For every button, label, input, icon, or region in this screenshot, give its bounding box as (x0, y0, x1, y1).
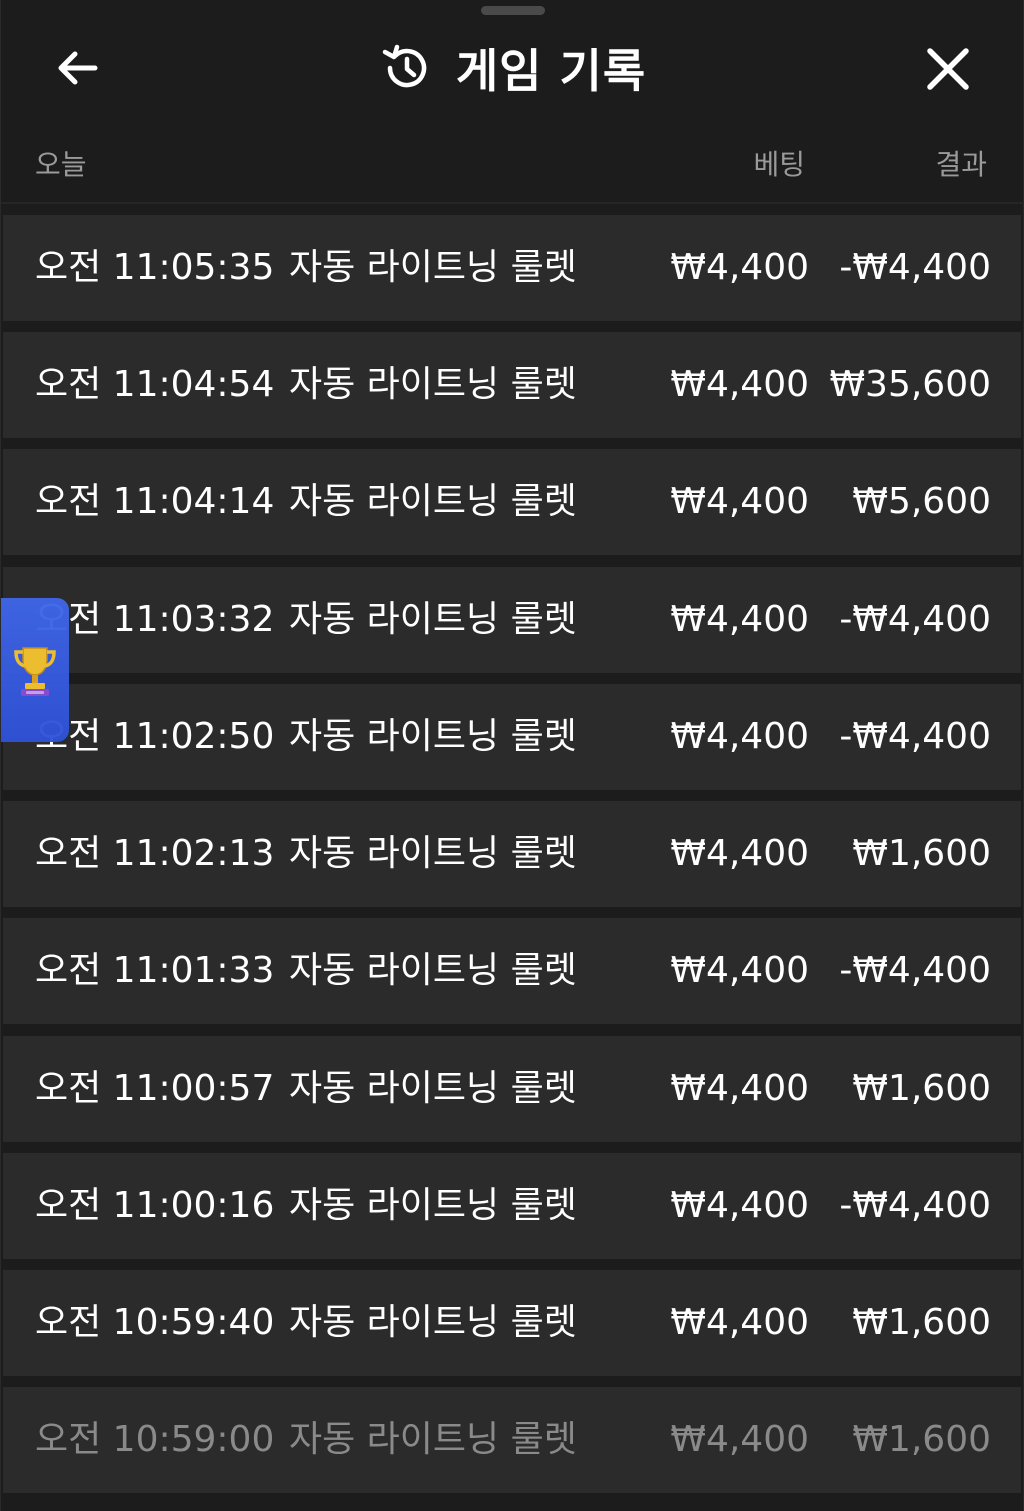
row-time: 오전 11:00:57 (35, 1068, 275, 1109)
row-game: 자동 라이트닝 룰렛 (289, 481, 577, 522)
row-result: -₩4,400 (839, 247, 991, 288)
history-row[interactable]: 오전 10:59:40 자동 라이트닝 룰렛 ₩4,400 ₩1,600 (3, 1270, 1021, 1376)
history-row[interactable]: 오전 11:05:35 자동 라이트닝 룰렛 ₩4,400 -₩4,400 (3, 215, 1021, 321)
trophy-floating-tab[interactable] (1, 598, 69, 742)
row-time: 오전 11:04:14 (35, 481, 275, 522)
row-game: 자동 라이트닝 룰렛 (289, 1302, 577, 1343)
title-group: 게임 기록 (1, 38, 1024, 98)
row-result: ₩5,600 (852, 481, 991, 522)
row-bet: ₩4,400 (670, 716, 809, 757)
history-row[interactable]: 오전 11:04:14 자동 라이트닝 룰렛 ₩4,400 ₩5,600 (3, 449, 1021, 555)
row-bet: ₩4,400 (670, 833, 809, 874)
row-time: 오전 11:05:35 (35, 247, 275, 288)
row-bet: ₩4,400 (670, 1185, 809, 1226)
row-bet: ₩4,400 (670, 1419, 809, 1460)
row-time: 오전 11:00:16 (35, 1185, 275, 1226)
row-result: ₩1,600 (852, 1068, 991, 1109)
row-time: 오전 10:59:00 (35, 1419, 275, 1460)
date-group-label: 오늘 (35, 148, 87, 181)
history-row[interactable]: 오전 10:59:00 자동 라이트닝 룰렛 ₩4,400 ₩1,600 (3, 1387, 1021, 1493)
row-game: 자동 라이트닝 룰렛 (289, 950, 577, 991)
row-result: -₩4,400 (839, 1185, 991, 1226)
row-time: 오전 11:01:33 (35, 950, 275, 991)
row-result: ₩35,600 (829, 364, 991, 405)
history-clock-icon (382, 44, 427, 88)
row-game: 자동 라이트닝 룰렛 (289, 1419, 577, 1460)
row-bet: ₩4,400 (670, 599, 809, 640)
row-game: 자동 라이트닝 룰렛 (289, 364, 577, 405)
row-game: 자동 라이트닝 룰렛 (289, 247, 577, 288)
row-bet: ₩4,400 (670, 481, 809, 522)
bet-column-header: 베팅 (753, 148, 805, 181)
row-bet: ₩4,400 (670, 1068, 809, 1109)
page-title: 게임 기록 (455, 44, 647, 98)
history-row[interactable]: 오전 11:00:57 자동 라이트닝 룰렛 ₩4,400 ₩1,600 (3, 1036, 1021, 1142)
row-bet: ₩4,400 (670, 364, 809, 405)
row-result: -₩4,400 (839, 599, 991, 640)
history-row[interactable]: 오전 11:02:50 자동 라이트닝 룰렛 ₩4,400 -₩4,400 (3, 684, 1021, 790)
game-history-panel: 게임 기록 오늘 베팅 결과 오전 11:05:35 자동 라이트닝 룰렛 ₩4… (0, 0, 1024, 1511)
result-column-header: 결과 (935, 148, 987, 181)
row-bet: ₩4,400 (670, 247, 809, 288)
history-row[interactable]: 오전 11:04:54 자동 라이트닝 룰렛 ₩4,400 ₩35,600 (3, 332, 1021, 438)
row-time: 오전 10:59:40 (35, 1302, 275, 1343)
history-row[interactable]: 오전 11:03:32 자동 라이트닝 룰렛 ₩4,400 -₩4,400 (3, 567, 1021, 673)
row-time: 오전 11:03:32 (35, 599, 275, 640)
row-time: 오전 11:02:50 (35, 716, 275, 757)
row-game: 자동 라이트닝 룰렛 (289, 833, 577, 874)
close-icon (927, 48, 969, 90)
row-time: 오전 11:04:54 (35, 364, 275, 405)
close-button[interactable] (917, 38, 979, 100)
history-row[interactable]: 오전 11:02:13 자동 라이트닝 룰렛 ₩4,400 ₩1,600 (3, 801, 1021, 907)
row-bet: ₩4,400 (670, 1302, 809, 1343)
row-result: -₩4,400 (839, 716, 991, 757)
header: 게임 기록 (1, 20, 1024, 120)
row-result: ₩1,600 (852, 833, 991, 874)
row-bet: ₩4,400 (670, 950, 809, 991)
history-row[interactable]: 오전 11:00:16 자동 라이트닝 룰렛 ₩4,400 -₩4,400 (3, 1153, 1021, 1259)
trophy-icon (14, 647, 56, 696)
header-divider (1, 202, 1024, 204)
row-result: -₩4,400 (839, 950, 991, 991)
row-game: 자동 라이트닝 룰렛 (289, 716, 577, 757)
drag-handle[interactable] (481, 6, 545, 15)
row-game: 자동 라이트닝 룰렛 (289, 1068, 577, 1109)
row-time: 오전 11:02:13 (35, 833, 275, 874)
row-game: 자동 라이트닝 룰렛 (289, 1185, 577, 1226)
row-game: 자동 라이트닝 룰렛 (289, 599, 577, 640)
history-row[interactable]: 오전 11:01:33 자동 라이트닝 룰렛 ₩4,400 -₩4,400 (3, 918, 1021, 1024)
row-result: ₩1,600 (852, 1302, 991, 1343)
row-result: ₩1,600 (852, 1419, 991, 1460)
